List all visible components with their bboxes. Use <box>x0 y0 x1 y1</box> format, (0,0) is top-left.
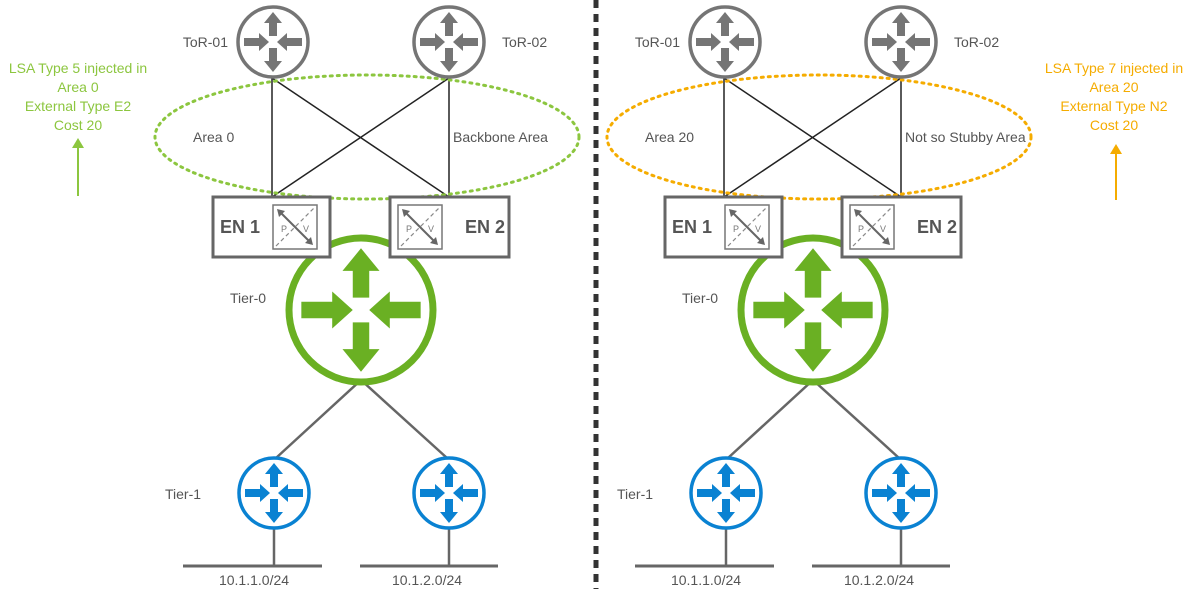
tor-en-links <box>723 77 902 198</box>
link <box>812 379 900 459</box>
lsa-note: LSA Type 5 injected in Area 0 External T… <box>9 60 147 196</box>
left-panel: Area 0 Backbone Area ToR-01 ToR-02 Tier-0 EN … <box>153 5 581 588</box>
icon-p-label: P <box>281 224 287 234</box>
tor-02-label: ToR-02 <box>502 34 547 50</box>
icon-v-label: V <box>755 224 761 234</box>
up-arrow-head-icon <box>72 138 84 148</box>
tor-02-label: ToR-02 <box>954 34 999 50</box>
left-panel-area0: LSA Type 5 injected in Area 0 External T… <box>9 60 147 196</box>
edge-node-2-label: EN 2 <box>465 217 505 237</box>
tier-0-label: Tier-0 <box>230 290 266 306</box>
note-line: Cost 20 <box>1090 117 1138 133</box>
edge-node-pv-icon: PV <box>272 204 318 250</box>
area-type-label: Not so Stubby Area <box>905 129 1026 145</box>
tier-1-router-a <box>237 456 311 530</box>
note-line: Cost 20 <box>54 117 102 133</box>
note-line: External Type E2 <box>25 98 132 114</box>
lsa-note: LSA Type 7 injected in Area 20 External Ty… <box>1045 60 1183 200</box>
edge-node-2: EN 2P V <box>840 195 963 259</box>
tier-1-router-b <box>864 456 938 530</box>
link <box>727 379 814 459</box>
link <box>360 379 448 459</box>
edge-node-pv-icon: PV <box>397 204 443 250</box>
edge-node-1-label: EN 1 <box>220 217 260 237</box>
note-line: LSA Type 7 injected in <box>1045 60 1183 76</box>
area-label: Area 20 <box>645 129 694 145</box>
icon-v-label: V <box>428 224 434 234</box>
tier-0-label: Tier-0 <box>682 290 718 306</box>
tor-en-links <box>271 77 450 198</box>
area-type-label: Backbone Area <box>453 129 548 145</box>
subnet-2-label: 10.1.2.0/24 <box>392 572 462 588</box>
tier-0-router <box>737 234 889 386</box>
icon-p-label: P <box>733 224 739 234</box>
note-line: LSA Type 5 injected in <box>9 60 147 76</box>
tier-1-router-a <box>689 456 763 530</box>
up-arrow-head-icon <box>1110 144 1122 154</box>
note-line: Area 20 <box>1089 79 1138 95</box>
tor-01-label: ToR-01 <box>635 34 680 50</box>
subnet-2-label: 10.1.2.0/24 <box>844 572 914 588</box>
tier-0-router <box>285 234 437 386</box>
tier-1-label: Tier-1 <box>165 486 201 502</box>
tor-01-router <box>688 5 762 79</box>
tor-01-router <box>236 5 310 79</box>
right-panel: Area 20 Not so Stubby Area ToR-01 ToR-02 Tie… <box>605 5 1033 588</box>
area-label: Area 0 <box>193 129 234 145</box>
subnet-1-label: 10.1.1.0/24 <box>219 572 289 588</box>
tor-01-label: ToR-01 <box>183 34 228 50</box>
tier-1-router-b <box>412 456 486 530</box>
icon-p-label: P <box>858 224 864 234</box>
icon-p-label: P <box>406 224 412 234</box>
tor-02-router <box>864 5 938 79</box>
edge-node-2: EN 2P V <box>388 195 511 259</box>
link <box>275 379 362 459</box>
edge-node-1-label: EN 1 <box>672 217 712 237</box>
tier-1-label: Tier-1 <box>617 486 653 502</box>
ospf-diagram: LSA Type 5 injected in Area 0 External T… <box>9 0 1183 589</box>
subnet-1-label: 10.1.1.0/24 <box>671 572 741 588</box>
icon-v-label: V <box>303 224 309 234</box>
edge-node-1: EN 1PV <box>663 195 784 259</box>
icon-v-label: V <box>880 224 886 234</box>
edge-node-pv-icon: PV <box>724 204 770 250</box>
tor-02-router <box>412 5 486 79</box>
edge-node-pv-icon: PV <box>849 204 895 250</box>
note-line: Area 0 <box>57 79 98 95</box>
edge-node-1: EN 1PV <box>211 195 332 259</box>
edge-node-2-label: EN 2 <box>917 217 957 237</box>
note-line: External Type N2 <box>1060 98 1167 114</box>
